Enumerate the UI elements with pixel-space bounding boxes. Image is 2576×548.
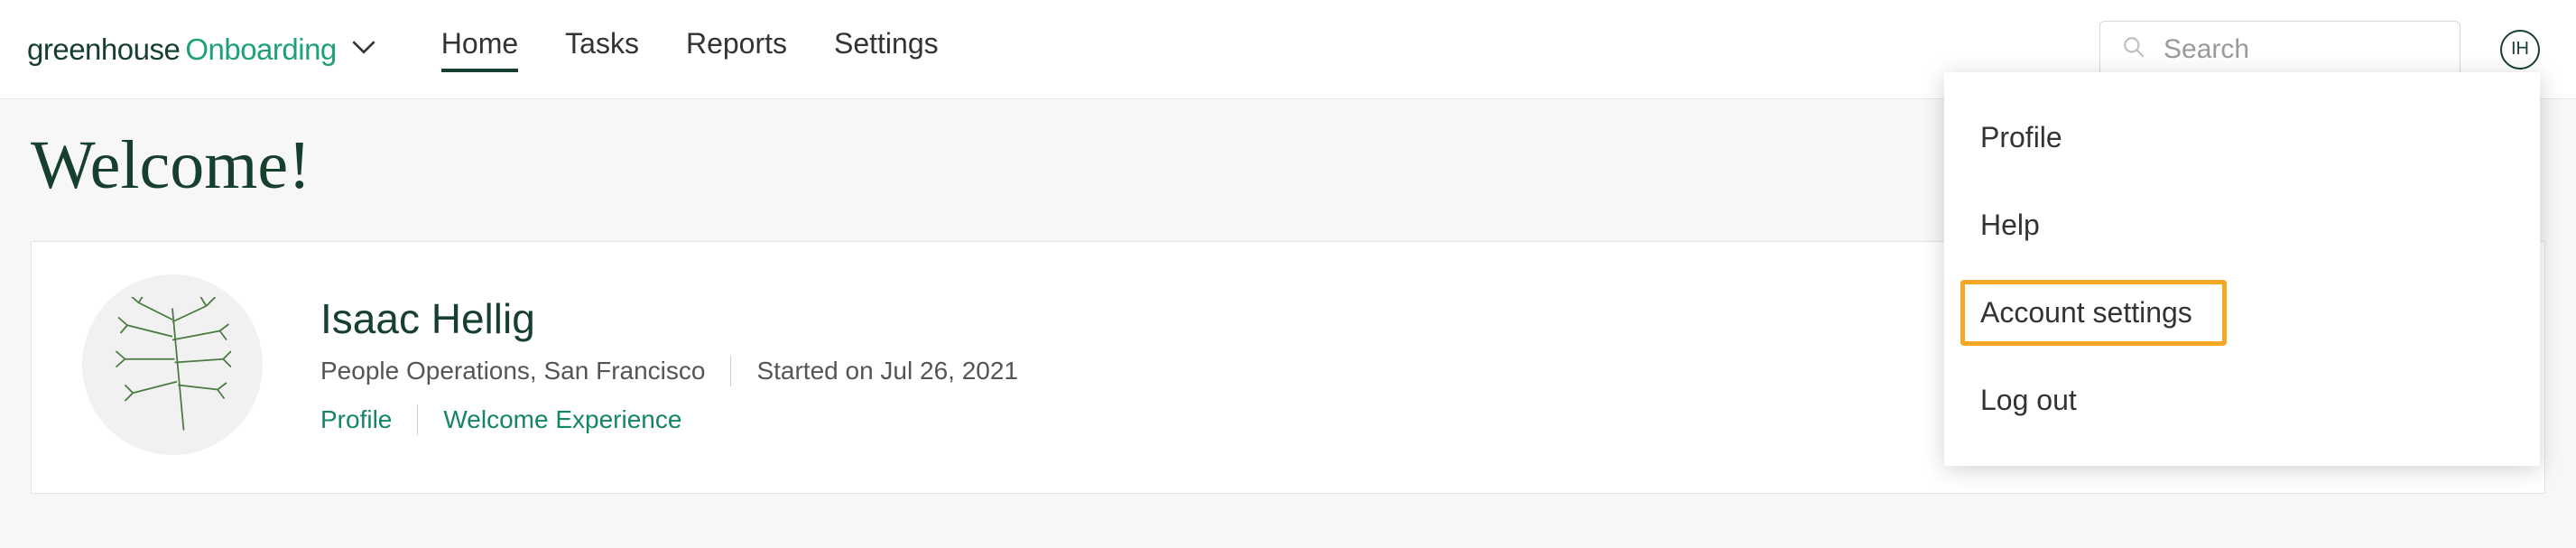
user-links: Profile Welcome Experience	[320, 404, 1018, 435]
nav-tasks[interactable]: Tasks	[565, 26, 639, 71]
logo-text: greenhouseOnboarding	[27, 33, 337, 67]
user-details: Isaac Hellig People Operations, San Fran…	[320, 294, 1018, 435]
link-welcome-experience[interactable]: Welcome Experience	[443, 405, 681, 434]
avatar-initials: IH	[2511, 39, 2529, 60]
user-name: Isaac Hellig	[320, 294, 1018, 343]
nav-settings[interactable]: Settings	[834, 26, 939, 71]
nav-home[interactable]: Home	[441, 26, 518, 71]
main-nav: Home Tasks Reports Settings	[441, 26, 939, 71]
logo-part2: Onboarding	[185, 33, 336, 66]
link-divider	[417, 404, 418, 435]
user-dept-loc: People Operations, San Francisco	[320, 357, 705, 385]
search-input[interactable]	[2164, 34, 2438, 65]
chevron-down-icon[interactable]	[351, 39, 376, 60]
user-dropdown-menu: Profile Help Account settings Log out	[1944, 72, 2540, 466]
dropdown-item-account-settings[interactable]: Account settings	[1944, 269, 2540, 357]
plant-icon	[114, 297, 231, 432]
search-icon	[2122, 35, 2145, 63]
logo-part1: greenhouse	[27, 33, 180, 66]
search-box[interactable]	[2099, 21, 2460, 79]
dropdown-item-logout[interactable]: Log out	[1944, 357, 2540, 444]
logo-group[interactable]: greenhouseOnboarding	[27, 33, 376, 67]
dropdown-item-help[interactable]: Help	[1944, 181, 2540, 269]
avatar-menu-trigger[interactable]: IH	[2500, 30, 2540, 70]
user-started: Started on Jul 26, 2021	[756, 357, 1018, 385]
topbar: greenhouseOnboarding Home Tasks Reports …	[0, 0, 2576, 99]
dropdown-item-label: Account settings	[1980, 296, 2192, 329]
user-avatar	[82, 274, 263, 455]
meta-divider	[730, 356, 731, 386]
link-profile[interactable]: Profile	[320, 405, 392, 434]
topbar-right: IH	[2099, 21, 2540, 79]
nav-reports[interactable]: Reports	[686, 26, 787, 71]
dropdown-item-profile[interactable]: Profile	[1944, 94, 2540, 181]
user-meta: People Operations, San Francisco Started…	[320, 356, 1018, 386]
